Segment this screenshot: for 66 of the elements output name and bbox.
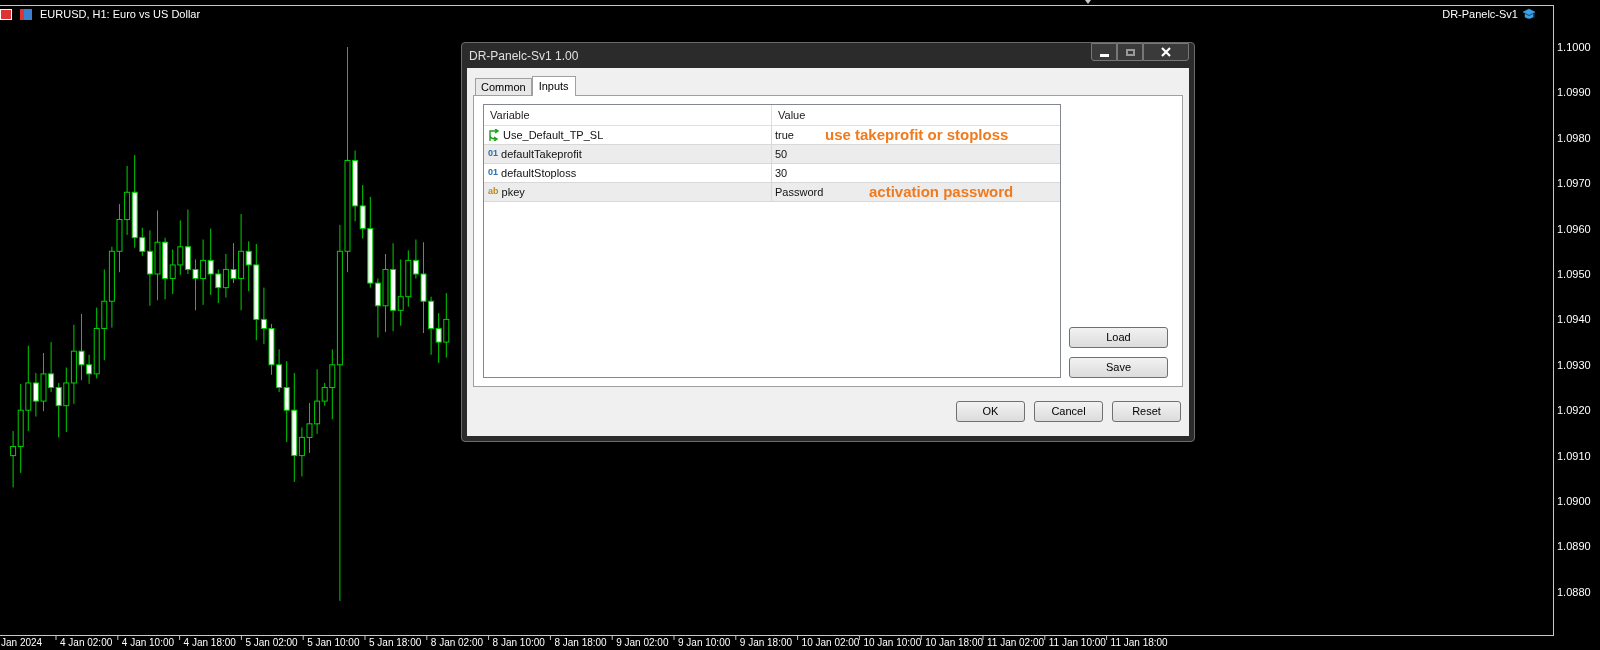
time-label: 8 Jan 10:00 <box>492 638 545 648</box>
variable-cell-text: defaultStoploss <box>501 165 577 181</box>
list-icon[interactable] <box>0 8 12 20</box>
tab[interactable]: Inputs <box>531 76 576 96</box>
price-label: 1.0970 <box>1557 178 1591 190</box>
time-label: 11 Jan 02:00 <box>987 638 1045 648</box>
column-header[interactable]: Value <box>772 105 1060 125</box>
dialog-button[interactable]: Cancel <box>1034 401 1103 422</box>
time-label: Jan 2024 <box>1 638 43 648</box>
time-label: 4 Jan 10:00 <box>121 638 175 648</box>
number-type-icon: 01 <box>488 147 498 161</box>
price-label: 1.0980 <box>1557 132 1591 144</box>
value-cell[interactable]: 30 <box>775 164 825 182</box>
annotation-text: use takeprofit or stoploss <box>825 124 1009 145</box>
price-label: 1.0960 <box>1557 223 1591 235</box>
chart-title: EURUSD, H1: Euro vs US Dollar <box>40 6 201 22</box>
variable-cell-text: pkey <box>501 184 525 200</box>
time-label: 4 Jan 02:00 <box>60 638 113 648</box>
time-label: 9 Jan 02:00 <box>616 638 669 648</box>
time-label: 5 Jan 10:00 <box>307 638 360 648</box>
expert-label: DR-Panelc-Sv1 <box>1442 7 1518 22</box>
time-label: 9 Jan 10:00 <box>678 638 731 648</box>
time-label: 5 Jan 18:00 <box>369 638 422 648</box>
window-icon[interactable] <box>20 8 32 20</box>
price-label: 1.0930 <box>1557 359 1591 371</box>
price-label: 1.0920 <box>1557 405 1591 417</box>
dialog-title: DR-Panelc-Sv1 1.00 <box>468 47 579 65</box>
time-label: 4 Jan 18:00 <box>183 638 236 648</box>
time-label: 10 Jan 10:00 <box>863 638 922 648</box>
time-label: 11 Jan 18:00 <box>1110 638 1168 648</box>
variable-cell-text: Use_Default_TP_SL <box>503 127 604 143</box>
price-label: 1.0890 <box>1557 541 1591 553</box>
time-label: 8 Jan 02:00 <box>430 638 484 648</box>
tab[interactable]: Common <box>475 78 532 95</box>
side-button[interactable]: Load <box>1069 327 1168 348</box>
price-label: 1.1000 <box>1557 42 1591 53</box>
branch-arrow-icon <box>488 129 500 141</box>
time-label: 10 Jan 02:00 <box>801 638 860 648</box>
time-label: 5 Jan 02:00 <box>245 638 298 648</box>
dialog-button[interactable]: OK <box>956 401 1025 422</box>
price-label: 1.0880 <box>1557 586 1591 598</box>
dialog-button[interactable]: Reset <box>1112 401 1181 422</box>
text-type-icon: ab <box>488 185 499 199</box>
time-label: 8 Jan 18:00 <box>554 638 607 648</box>
annotation-text: activation password <box>869 181 1014 202</box>
price-label: 1.0940 <box>1557 314 1591 326</box>
variable-cell-text: defaultTakeprofit <box>501 146 582 162</box>
value-cell[interactable]: 50 <box>775 145 825 163</box>
scroll-marker-icon <box>1085 0 1091 4</box>
value-cell[interactable]: Password <box>775 183 825 201</box>
column-header[interactable]: Variable <box>484 105 772 125</box>
minimize-button[interactable] <box>1091 43 1117 61</box>
price-label: 1.0950 <box>1557 269 1591 280</box>
price-label: 1.0990 <box>1557 87 1591 99</box>
time-label: 10 Jan 18:00 <box>925 638 983 648</box>
price-label: 1.0910 <box>1557 450 1591 462</box>
number-type-icon: 01 <box>488 166 498 180</box>
close-button[interactable] <box>1143 43 1189 61</box>
close-icon <box>1161 47 1171 57</box>
maximize-button[interactable] <box>1117 43 1143 61</box>
time-label: 9 Jan 18:00 <box>739 638 793 648</box>
value-cell[interactable]: true <box>775 126 825 144</box>
time-label: 11 Jan 10:00 <box>1048 638 1106 648</box>
price-label: 1.0900 <box>1557 496 1591 507</box>
graduation-cap-icon[interactable] <box>1522 8 1536 21</box>
side-button[interactable]: Save <box>1069 357 1168 378</box>
